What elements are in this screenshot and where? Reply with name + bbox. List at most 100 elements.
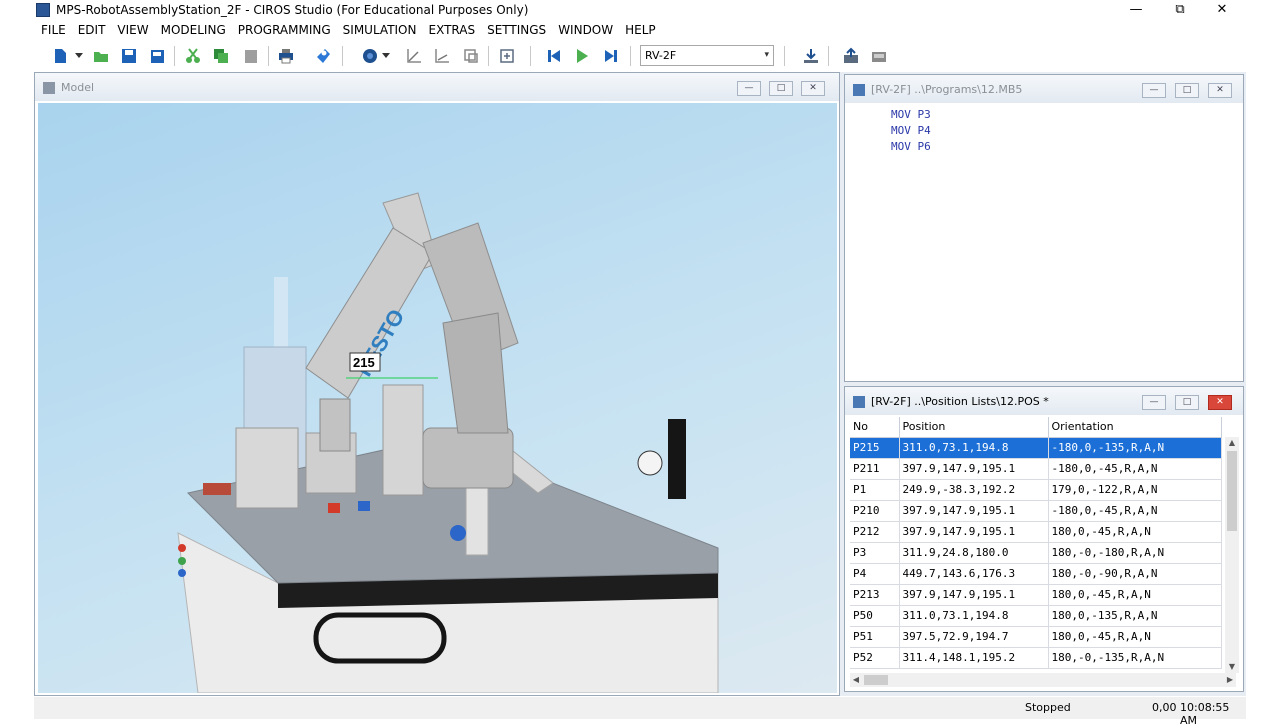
axis3-icon[interactable] (462, 47, 480, 65)
toolbar-separator (784, 46, 785, 66)
code-line: MOV P4 (891, 124, 931, 137)
upload-icon[interactable] (842, 47, 860, 65)
position-maximize-button[interactable]: □ (1175, 395, 1199, 410)
menu-programming[interactable]: PROGRAMMING (238, 21, 331, 39)
column-header-orientation[interactable]: Orientation (1048, 417, 1222, 438)
cell-no: P1 (850, 479, 900, 501)
cell-no: P3 (850, 542, 900, 564)
position-close-button[interactable]: ✕ (1208, 395, 1232, 410)
toolbar-separator (488, 46, 489, 66)
cell-no: P51 (850, 626, 900, 648)
program-pane-header: [RV-2F] ..\Programs\12.MB5 — □ ✕ (845, 75, 1243, 103)
paste-icon[interactable] (242, 47, 260, 65)
table-row[interactable]: P4 449.7,143.6,176.3 180,-0,-90,R,A,N (850, 563, 1222, 585)
menu-view[interactable]: VIEW (117, 21, 148, 39)
program-editor[interactable]: MOV P3 MOV P4 MOV P6 (849, 105, 1239, 377)
model-pane: Model — □ ✕ FESTO 215 (34, 72, 840, 696)
menu-file[interactable]: FILE (41, 21, 66, 39)
menu-bar: FILE EDIT VIEW MODELING PROGRAMMING SIMU… (36, 21, 668, 39)
cell-no: P50 (850, 605, 900, 627)
cell-position: 397.5,72.9,194.7 (899, 626, 1049, 648)
play-icon[interactable] (573, 47, 591, 65)
table-row[interactable]: P211 397.9,147.9,195.1 -180,0,-45,R,A,N (850, 458, 1222, 480)
model-maximize-button[interactable]: □ (769, 81, 793, 96)
scroll-up-icon[interactable]: ▲ (1225, 437, 1239, 449)
copy-icon[interactable] (212, 47, 230, 65)
table-row[interactable]: P52 311.4,148.1,195.2 180,-0,-135,R,A,N (850, 647, 1222, 669)
view-icon[interactable] (361, 47, 379, 65)
minimize-button[interactable]: — (1114, 0, 1158, 20)
menu-simulation[interactable]: SIMULATION (343, 21, 417, 39)
document-icon (853, 396, 865, 408)
position-minimize-button[interactable]: — (1142, 395, 1166, 410)
cell-no: P213 (850, 584, 900, 606)
document-icon (853, 84, 865, 96)
download-icon[interactable] (802, 47, 820, 65)
cell-no: P215 (850, 437, 900, 459)
cut-icon[interactable] (184, 47, 202, 65)
table-row[interactable]: P51 397.5,72.9,194.7 180,0,-45,R,A,N (850, 626, 1222, 648)
axis-icon[interactable] (405, 47, 423, 65)
cell-orientation: 180,-0,-180,R,A,N (1048, 542, 1222, 564)
cell-orientation: -180,0,-45,R,A,N (1048, 500, 1222, 522)
table-row[interactable]: P210 397.9,147.9,195.1 -180,0,-45,R,A,N (850, 500, 1222, 522)
chevron-down-icon[interactable] (382, 53, 390, 59)
table-row[interactable]: P1 249.9,-38.3,192.2 179,0,-122,R,A,N (850, 479, 1222, 501)
axis2-icon[interactable] (433, 47, 451, 65)
scroll-thumb[interactable] (864, 675, 888, 685)
cell-position: 449.7,143.6,176.3 (899, 563, 1049, 585)
table-row[interactable]: P3 311.9,24.8,180.0 180,-0,-180,R,A,N (850, 542, 1222, 564)
table-row[interactable]: P50 311.0,73.1,194.8 180,0,-135,R,A,N (850, 605, 1222, 627)
menu-window[interactable]: WINDOW (558, 21, 613, 39)
table-row-selected[interactable]: P215 311.0,73.1,194.8 -180,0,-135,R,A,N (850, 437, 1222, 459)
menu-edit[interactable]: EDIT (78, 21, 106, 39)
close-button[interactable]: ✕ (1200, 0, 1244, 20)
network-icon[interactable] (870, 47, 888, 65)
robot-select-value: RV-2F (645, 49, 677, 62)
column-header-position[interactable]: Position (899, 417, 1049, 438)
code-line: MOV P6 (891, 140, 931, 153)
robot-select[interactable]: RV-2F ▾ (640, 45, 774, 66)
step-icon[interactable] (602, 47, 620, 65)
model-close-button[interactable]: ✕ (801, 81, 825, 96)
status-bar: Stopped 0,00 10:08:55 AM (34, 697, 1246, 727)
maximize-button[interactable]: ⧉ (1158, 0, 1202, 20)
vertical-scrollbar[interactable]: ▲ ▼ (1225, 437, 1239, 673)
table-row[interactable]: P213 397.9,147.9,195.1 180,0,-45,R,A,N (850, 584, 1222, 606)
model-icon (43, 82, 55, 94)
horizontal-scrollbar[interactable]: ◀ ▶ (850, 673, 1236, 687)
menu-extras[interactable]: EXTRAS (428, 21, 475, 39)
scroll-down-icon[interactable]: ▼ (1225, 661, 1239, 673)
title-bar: MPS-RobotAssemblyStation_2F - CIROS Stud… (0, 0, 1280, 20)
save-all-icon[interactable] (148, 47, 166, 65)
program-minimize-button[interactable]: — (1142, 83, 1166, 98)
cell-orientation: 180,0,-45,R,A,N (1048, 584, 1222, 606)
reset-icon[interactable] (498, 47, 516, 65)
scroll-left-icon[interactable]: ◀ (850, 673, 862, 687)
chevron-down-icon[interactable] (75, 53, 83, 59)
model-minimize-button[interactable]: — (737, 81, 761, 96)
toolbar-separator (630, 46, 631, 66)
column-header-no[interactable]: No (850, 417, 900, 438)
menu-settings[interactable]: SETTINGS (487, 21, 546, 39)
toolbar-separator (530, 46, 531, 66)
3d-viewport[interactable]: FESTO 215 (38, 103, 837, 693)
app-icon (36, 3, 50, 17)
cell-orientation: -180,0,-45,R,A,N (1048, 458, 1222, 480)
save-icon[interactable] (120, 47, 138, 65)
status-value: 0,00 (1152, 701, 1177, 714)
table-row[interactable]: P212 397.9,147.9,195.1 180,0,-45,R,A,N (850, 521, 1222, 543)
program-close-button[interactable]: ✕ (1208, 83, 1232, 98)
print-icon[interactable] (277, 47, 295, 65)
open-icon[interactable] (92, 47, 110, 65)
menu-help[interactable]: HELP (625, 21, 656, 39)
scroll-right-icon[interactable]: ▶ (1224, 673, 1236, 687)
program-maximize-button[interactable]: □ (1175, 83, 1199, 98)
mdi-area: Model — □ ✕ FESTO 215 [RV-2F] ..\Program… (34, 72, 1246, 696)
skip-back-icon[interactable] (545, 47, 563, 65)
new-icon[interactable] (51, 47, 69, 65)
menu-modeling[interactable]: MODELING (161, 21, 226, 39)
help-icon[interactable] (314, 47, 332, 65)
scroll-thumb[interactable] (1227, 451, 1237, 531)
toolbar-separator (342, 46, 343, 66)
